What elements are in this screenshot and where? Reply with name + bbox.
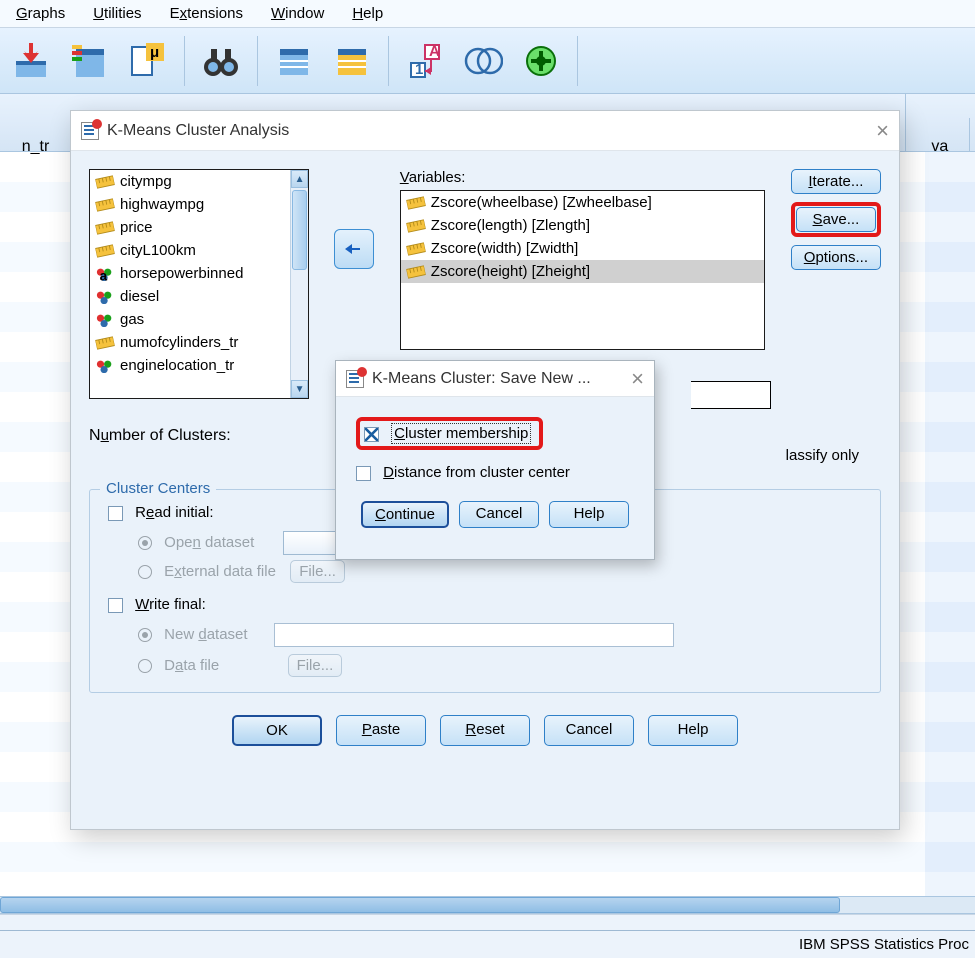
tb-icon-binoc[interactable] — [199, 39, 243, 83]
toolbar: μ A1 — [0, 28, 975, 94]
data-file-radio — [138, 659, 152, 673]
menu-help[interactable]: Help — [352, 5, 383, 22]
sub-cancel-button[interactable]: Cancel — [459, 501, 539, 528]
var-item: Zscore(length) [Zlength] — [401, 214, 764, 237]
subdialog-title: K-Means Cluster: Save New ... — [372, 370, 591, 388]
hscrollbar[interactable] — [0, 896, 975, 914]
distance-label: Distance from cluster center — [383, 464, 570, 481]
open-dataset-radio — [138, 536, 152, 550]
external-file-label: External data file — [164, 563, 276, 580]
dialog-button-row: OK Paste Reset Cancel Help — [89, 715, 881, 746]
hscroll-thumb[interactable] — [0, 897, 840, 913]
dialog-title: K-Means Cluster Analysis — [107, 122, 289, 140]
data-file-label: Data file — [164, 657, 219, 674]
tb-icon-2[interactable] — [68, 39, 112, 83]
source-var-list[interactable]: citympg highwaympg price cityL100km ahor… — [89, 169, 309, 399]
read-initial-checkbox[interactable] — [108, 506, 123, 521]
reset-button[interactable]: Reset — [440, 715, 530, 746]
var-item-selected: Zscore(height) [Zheight] — [401, 260, 764, 283]
new-dataset-label: New dataset — [164, 626, 247, 643]
save-button[interactable]: Save... — [796, 207, 876, 232]
close-icon[interactable]: × — [876, 122, 889, 140]
options-button[interactable]: Options... — [791, 245, 881, 270]
file-button-1: File... — [290, 560, 345, 583]
ok-button[interactable]: OK — [232, 715, 322, 746]
cancel-button[interactable]: Cancel — [544, 715, 634, 746]
svg-text:μ: μ — [150, 44, 159, 61]
cluster-membership-checkbox[interactable] — [364, 427, 379, 442]
app-icon — [81, 122, 99, 140]
distance-checkbox[interactable] — [356, 466, 371, 481]
src-item: gas — [90, 308, 308, 331]
cluster-membership-label: luster membership — [405, 425, 528, 442]
tb-icon-1[interactable] — [10, 39, 54, 83]
write-final-checkbox[interactable] — [108, 598, 123, 613]
svg-text:A: A — [429, 43, 440, 60]
continue-button[interactable]: Continue — [361, 501, 449, 528]
new-dataset-radio — [138, 628, 152, 642]
var-item: Zscore(width) [Zwidth] — [401, 237, 764, 260]
scroll-down-icon[interactable]: ▼ — [291, 380, 308, 398]
menu-utilities[interactable]: Utilities — [93, 5, 141, 22]
src-item: enginelocation_tr — [90, 354, 308, 377]
variables-list[interactable]: Zscore(wheelbase) [Zwheelbase] Zscore(le… — [400, 190, 765, 350]
var-item: Zscore(wheelbase) [Zwheelbase] — [401, 191, 764, 214]
help-button[interactable]: Help — [648, 715, 738, 746]
status-text: IBM SPSS Statistics Proc — [799, 936, 969, 953]
src-item: ahorsepowerbinned — [90, 262, 308, 285]
tb-icon-6[interactable] — [330, 39, 374, 83]
dialog-titlebar: K-Means Cluster Analysis × — [71, 111, 899, 151]
svg-text:1: 1 — [415, 61, 423, 78]
open-dataset-label: Open dataset — [164, 534, 254, 551]
tb-icon-9[interactable] — [519, 39, 563, 83]
subdialog-titlebar: K-Means Cluster: Save New ... × — [336, 361, 654, 397]
tb-icon-7[interactable]: A1 — [403, 39, 447, 83]
new-dataset-field — [274, 623, 674, 647]
tb-icon-8[interactable] — [461, 39, 505, 83]
src-item: price — [90, 216, 308, 239]
file-button-2: File... — [288, 654, 343, 677]
move-left-button[interactable] — [334, 229, 374, 269]
app-icon — [346, 370, 364, 388]
scroll-thumb[interactable] — [292, 190, 307, 270]
menu-extensions[interactable]: Extensions — [170, 5, 243, 22]
variables-label: Variables: — [400, 169, 765, 186]
close-icon[interactable]: × — [631, 370, 644, 388]
paste-button[interactable]: Paste — [336, 715, 426, 746]
src-item: highwaympg — [90, 193, 308, 216]
external-file-radio — [138, 565, 152, 579]
group-legend: Cluster Centers — [100, 480, 216, 497]
tb-icon-3[interactable]: μ — [126, 39, 170, 83]
src-item: diesel — [90, 285, 308, 308]
read-initial-label: Read initial: — [135, 504, 213, 521]
iterate-button[interactable]: Iterate... — [791, 169, 881, 194]
sub-help-button[interactable]: Help — [549, 501, 629, 528]
src-scrollbar[interactable]: ▲ ▼ — [290, 170, 308, 398]
col-header-ntr[interactable]: n_tr — [0, 118, 72, 175]
src-item: numofcylinders_tr — [90, 331, 308, 354]
src-item: cityL100km — [90, 239, 308, 262]
src-item: citympg — [90, 170, 308, 193]
status-bar: IBM SPSS Statistics Proc — [0, 930, 975, 958]
menu-graphs[interactable]: Graphs — [16, 5, 65, 22]
scroll-up-icon[interactable]: ▲ — [291, 170, 308, 188]
save-subdialog: K-Means Cluster: Save New ... × Cluster … — [335, 360, 655, 560]
classify-only-label: lassify only — [786, 447, 859, 464]
svg-text:a: a — [100, 268, 108, 281]
menu-window[interactable]: Window — [271, 5, 324, 22]
write-final-label: Write final: — [135, 596, 206, 613]
tb-icon-5[interactable] — [272, 39, 316, 83]
menu-bar: Graphs Utilities Extensions Window Help — [0, 0, 975, 28]
